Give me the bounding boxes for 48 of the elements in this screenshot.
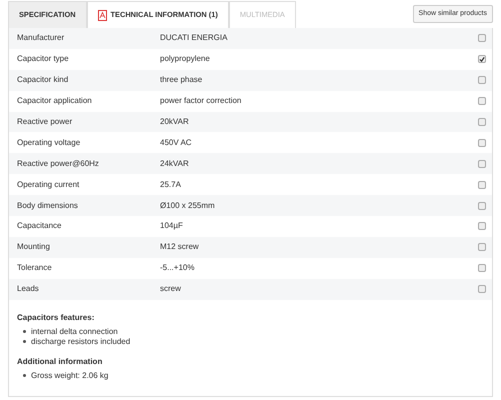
spec-name: Capacitor kind [16, 74, 70, 86]
spec-name: Body dimensions [16, 200, 79, 212]
spec-value: 24kVAR [160, 158, 190, 170]
spec-name: Capacitance [16, 220, 62, 232]
spec-value: screw [160, 283, 182, 296]
bullet-icon [23, 374, 26, 378]
list-item: discharge resistors included [31, 336, 130, 347]
spec-name: Mounting [16, 241, 51, 254]
bullet-icon [23, 340, 26, 344]
list-item: Gross weight: 2.06 kg [31, 370, 108, 381]
spec-value: M12 screw [160, 241, 200, 254]
spec-value: Ø100 x 255mm [160, 200, 216, 212]
spec-value: 20kVAR [160, 116, 190, 128]
spec-value: polypropylene [160, 53, 211, 66]
compare-checkbox[interactable] [478, 202, 486, 210]
spec-name: Tolerance [16, 262, 53, 274]
section-heading: Additional information [17, 356, 104, 368]
spec-value: 25.7A [160, 178, 182, 191]
compare-checkbox[interactable] [478, 138, 486, 147]
spec-name: Capacitor type [16, 53, 70, 66]
spec-name: Capacitor application [16, 95, 93, 108]
spec-value: three phase [160, 74, 204, 86]
compare-checkbox[interactable] [478, 180, 486, 189]
spec-value: 450V AC [160, 136, 193, 149]
compare-checkbox[interactable] [478, 222, 486, 230]
compare-checkbox[interactable] [478, 285, 486, 294]
spec-name: Leads [16, 283, 40, 296]
compare-checkbox[interactable] [478, 243, 486, 252]
spec-name: Operating current [16, 178, 80, 191]
compare-checkbox[interactable] [478, 76, 486, 84]
spec-name: Reactive power [16, 116, 74, 128]
compare-checkbox[interactable] [478, 55, 486, 64]
spec-name: Manufacturer [16, 32, 66, 44]
compare-checkbox[interactable] [478, 160, 486, 168]
section-heading: Capacitors features: [17, 312, 96, 324]
compare-checkbox[interactable] [478, 97, 486, 106]
compare-checkbox[interactable] [478, 264, 486, 272]
compare-checkbox[interactable] [478, 118, 486, 126]
pdf-icon [98, 10, 107, 20]
spec-name: Operating voltage [16, 136, 82, 149]
spec-value: DUCATI ENERGIA [160, 32, 228, 44]
spec-value: power factor correction [160, 95, 242, 108]
list-item: internal delta connection [31, 326, 118, 337]
compare-checkbox[interactable] [478, 34, 486, 42]
spec-value: -5...+10% [160, 262, 196, 274]
bullet-icon [23, 330, 26, 334]
spec-value: 104µF [160, 220, 184, 232]
spec-name: Reactive power@60Hz [16, 158, 100, 170]
